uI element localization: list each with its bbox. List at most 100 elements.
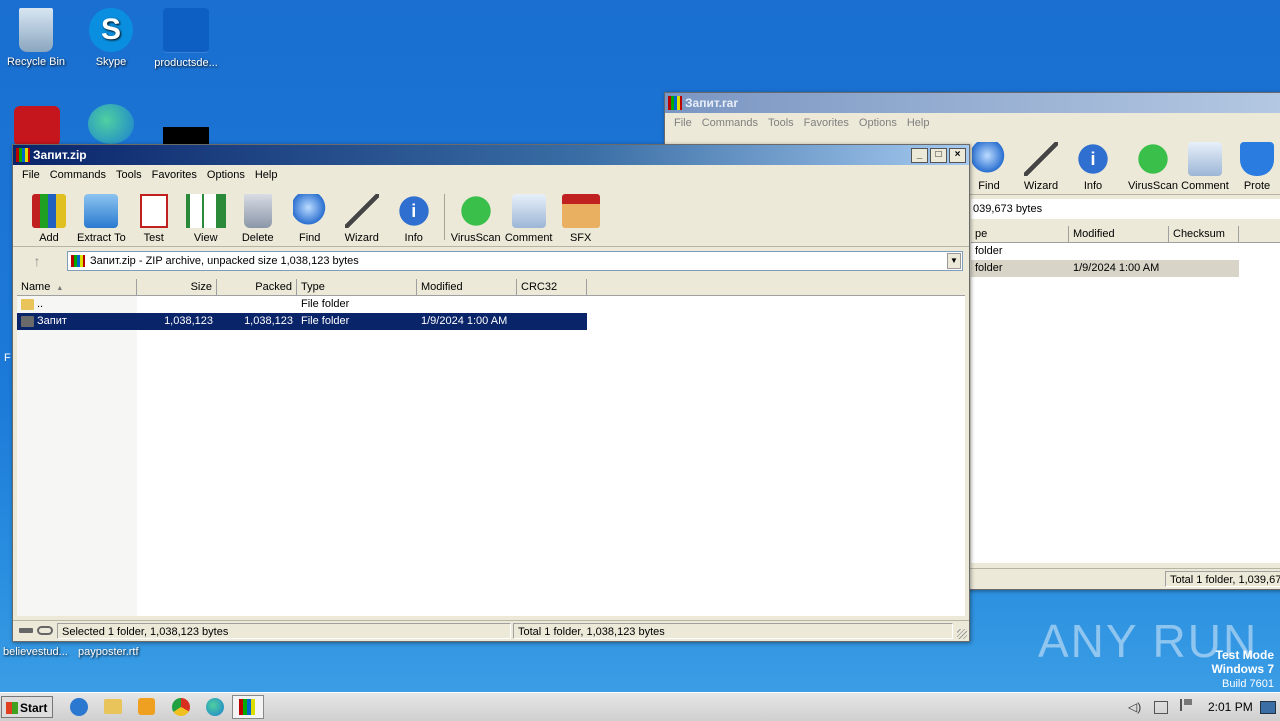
menu-bar: File Commands Tools Favorites Options He… [13,165,969,184]
recycle-bin-icon [19,8,53,52]
black-file-icon[interactable] [163,127,209,145]
sfx-button[interactable]: SFX [557,194,605,244]
column-name[interactable]: Name ▲ [17,279,137,295]
drive-icon [19,628,33,633]
menu-commands[interactable]: Commands [697,117,763,129]
menu-favorites[interactable]: Favorites [799,117,854,129]
window-controls: _ □ × [911,148,966,163]
test-button[interactable]: Test [130,194,178,244]
menu-options[interactable]: Options [854,117,902,129]
menu-tools[interactable]: Tools [763,117,799,129]
table-row[interactable]: folder [971,243,1280,260]
wizard-button[interactable]: Wizard [338,194,386,244]
column-packed[interactable]: Packed [217,279,297,295]
desktop-icon-skype[interactable]: S Skype [71,8,151,68]
column-crc32[interactable]: CRC32 [517,279,587,295]
address-dropdown-button[interactable]: ▼ [947,253,961,269]
acrobat-icon[interactable] [14,106,60,146]
address-text: Запит.zip - ZIP archive, unpacked size 1… [90,255,359,267]
info-button[interactable]: i Info [1069,142,1117,192]
media-player-icon[interactable] [138,698,155,715]
column-type[interactable]: pe [971,226,1069,242]
column-modified[interactable]: Modified [417,279,517,295]
comment-button[interactable]: Comment [505,194,553,244]
up-button[interactable]: ↑ [17,251,57,271]
table-row[interactable]: folder 1/9/2024 1:00 AM [971,260,1239,277]
build-label: Build 7601 [1222,678,1274,690]
title-bar[interactable]: Запит.zip _ □ × [13,145,969,165]
winrar-window-zip[interactable]: Запит.zip _ □ × File Commands Tools Favo… [12,144,970,642]
name-column-shade [17,296,137,616]
desktop-icon-recycle-bin[interactable]: Recycle Bin [0,8,76,68]
file-list: .. File folder Запит 1,038,123 1,038,123… [17,296,965,616]
extract-to-button[interactable]: Extract To [77,194,126,244]
menu-favorites[interactable]: Favorites [147,169,202,181]
menu-help[interactable]: Help [902,117,935,129]
info-icon: i [396,194,431,228]
network-icon[interactable] [1154,701,1168,714]
virusscan-icon [458,194,493,228]
show-desktop-button[interactable] [1260,701,1276,714]
find-icon [972,142,1006,176]
comment-button[interactable]: Comment [1181,142,1229,192]
volume-icon[interactable]: ◁) [1128,700,1142,714]
menu-options[interactable]: Options [202,169,250,181]
address-text: 039,673 bytes [973,203,1043,215]
taskbar: Start ◁) 2:01 PM [0,692,1280,721]
address-bar[interactable]: 039,673 bytes [971,199,1280,219]
title-bar[interactable]: Запит.rar [665,93,1280,113]
desktop-bottom-label-1[interactable]: believestud... [3,646,68,658]
address-bar[interactable]: Запит.zip - ZIP archive, unpacked size 1… [67,251,963,271]
edge-desktop-icon[interactable] [88,104,134,144]
close-button[interactable]: × [949,148,966,163]
folder-icon [21,316,34,327]
file-list: folder folder 1/9/2024 1:00 AM [971,243,1280,563]
winrar-taskbar-button[interactable] [232,695,264,719]
table-row-selected[interactable]: Запит 1,038,123 1,038,123 File folder 1/… [17,313,587,330]
find-icon [292,194,327,228]
delete-icon [243,194,272,228]
toolbar: Add Extract To Test View Delete Find Wiz… [13,184,969,247]
wizard-icon [344,194,379,228]
chrome-icon[interactable] [172,698,190,716]
menu-help[interactable]: Help [250,169,283,181]
menu-bar: File Commands Tools Favorites Options He… [665,113,1280,132]
virusscan-icon [1136,142,1170,176]
flag-icon[interactable] [1180,699,1192,711]
table-row[interactable]: .. File folder [17,296,587,313]
resize-grip[interactable] [957,629,967,639]
delete-button[interactable]: Delete [234,194,282,244]
add-button[interactable]: Add [25,194,73,244]
start-button[interactable]: Start [1,696,53,718]
protect-button[interactable]: Prote [1233,142,1280,192]
virusscan-button[interactable]: VirusScan [451,194,501,244]
column-size[interactable]: Size [137,279,217,295]
maximize-button[interactable]: □ [930,148,947,163]
view-button[interactable]: View [182,194,230,244]
menu-commands[interactable]: Commands [45,169,111,181]
comment-icon [1188,142,1222,176]
column-checksum[interactable]: Checksum [1169,226,1239,242]
explorer-icon[interactable] [104,699,122,714]
wizard-icon [1024,142,1058,176]
menu-file[interactable]: File [17,169,45,181]
info-button[interactable]: i Info [390,194,438,244]
skype-icon: S [89,8,133,52]
minimize-button[interactable]: _ [911,148,928,163]
menu-tools[interactable]: Tools [111,169,147,181]
desktop-icon-productsde[interactable]: productsde... [146,8,226,69]
find-button[interactable]: Find [286,194,334,244]
test-icon [139,194,168,228]
sfx-icon [561,194,600,228]
column-type[interactable]: Type [297,279,417,295]
ie-icon[interactable] [70,698,88,716]
find-button[interactable]: Find [965,142,1013,192]
edge-icon[interactable] [206,698,224,716]
desktop-bottom-label-2[interactable]: payposter.rtf [78,646,139,658]
sort-ascending-icon: ▲ [56,285,64,292]
menu-file[interactable]: File [669,117,697,129]
virusscan-button[interactable]: VirusScan [1128,142,1178,192]
clock[interactable]: 2:01 PM [1208,700,1253,714]
column-modified[interactable]: Modified [1069,226,1169,242]
wizard-button[interactable]: Wizard [1017,142,1065,192]
